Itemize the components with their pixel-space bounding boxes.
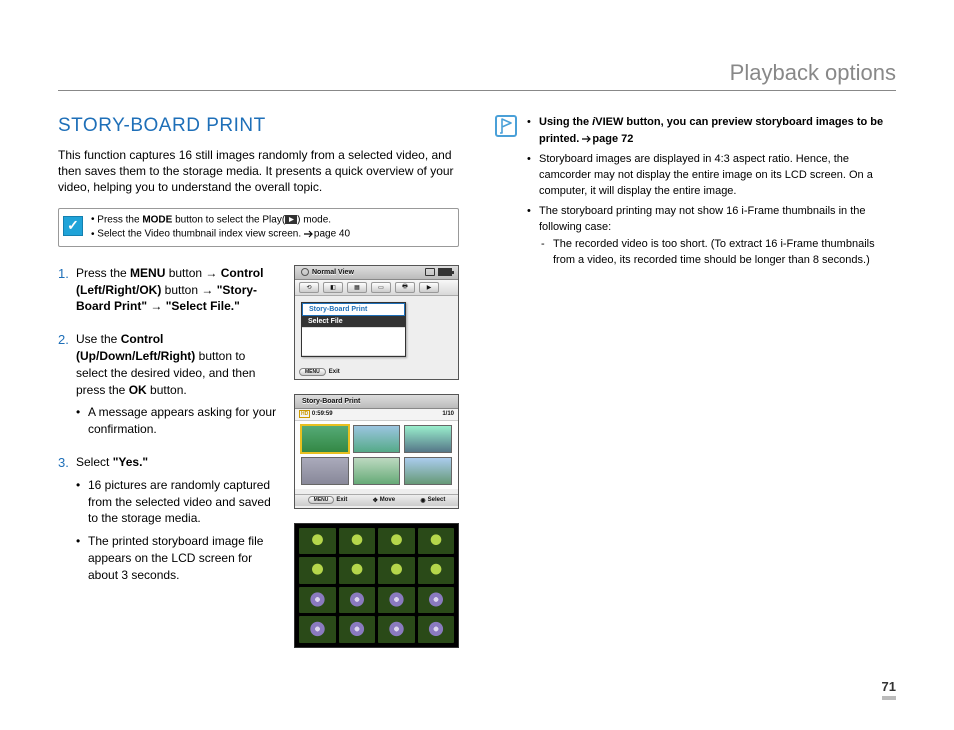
thumb-1 (301, 425, 349, 453)
thumbnail-grid (295, 421, 458, 489)
section-title: STORY-BOARD PRINT (58, 115, 459, 137)
move-icon: ✥ (373, 497, 378, 504)
shot1-tabs: ⟲ ◧ ▦ ▭ 🖶 ▶ (295, 280, 458, 296)
step-3-sub-1: 16 pictures are randomly captured from t… (76, 477, 280, 527)
prerequisite-box: ✓ Press the MODE button to select the Pl… (58, 208, 459, 247)
gear-icon (301, 268, 309, 276)
menu-item-select-file: Select File (302, 316, 405, 328)
thumb-6 (404, 457, 452, 485)
info-list: Using the iVIEW button, you can preview … (527, 115, 896, 273)
shot2-title: Story-Board Print (302, 398, 360, 405)
menu-pill: MENU (299, 368, 326, 376)
shot2-footer: MENU Exit ✥ Move ◉ Select (295, 494, 458, 506)
play-mode-icon (285, 213, 297, 227)
info-box: Using the iVIEW button, you can preview … (495, 115, 896, 273)
prerequisite-list: Press the MODE button to select the Play… (91, 213, 350, 242)
left-column: STORY-BOARD PRINT This function captures… (58, 115, 459, 648)
thumb-5 (353, 457, 401, 485)
thumb-4 (301, 457, 349, 485)
step-3: Select "Yes." 16 pictures are randomly c… (58, 454, 280, 584)
page-ref-arrow-icon (304, 227, 314, 241)
tab-icon: ▭ (371, 282, 391, 293)
tab-icon: 🖶 (395, 282, 415, 293)
right-column: Using the iVIEW button, you can preview … (495, 115, 896, 648)
page-ref-arrow-icon (582, 131, 592, 147)
info-item-3: The storyboard printing may not show 16 … (527, 204, 896, 270)
check-icon: ✓ (63, 216, 83, 236)
steps-list: Press the MENU button → Control (Left/Ri… (58, 265, 280, 584)
content-columns: STORY-BOARD PRINT This function captures… (58, 115, 896, 648)
tab-icon: ⟲ (299, 282, 319, 293)
battery-icon (438, 268, 452, 276)
step-3-sub-2: The printed storyboard image file appear… (76, 533, 280, 583)
tab-icon: ◧ (323, 282, 343, 293)
exit-label: Exit (329, 369, 340, 375)
step-2-sub-1: A message appears asking for your confir… (76, 404, 280, 438)
menu-pill: MENU (308, 496, 335, 504)
thumb-3 (404, 425, 452, 453)
section-intro: This function captures 16 still images r… (58, 147, 459, 196)
select-icon: ◉ (420, 497, 425, 504)
tab-icon: ▦ (347, 282, 367, 293)
info-item-3-sub: The recorded video is too short. (To ext… (539, 237, 896, 269)
counter: 1/10 (442, 411, 454, 417)
note-icon (495, 115, 517, 137)
screenshot-menu: Normal View ⟲ ◧ ▦ ▭ 🖶 ▶ (294, 265, 459, 380)
info-item-1: Using the iVIEW button, you can preview … (527, 115, 896, 148)
exit-label: Exit (336, 497, 347, 503)
move-label: Move (380, 497, 395, 503)
hd-icon: HD (299, 410, 310, 418)
menu-blank (302, 328, 405, 356)
prereq-item-2: Select the Video thumbnail index view sc… (91, 227, 350, 242)
screenshot-storyboard-result (294, 523, 459, 648)
screenshots-column: Normal View ⟲ ◧ ▦ ▭ 🖶 ▶ (294, 265, 459, 648)
shot1-title: Normal View (312, 269, 354, 276)
step-1: Press the MENU button → Control (Left/Ri… (58, 265, 280, 315)
screenshot-thumbnails: Story-Board Print HD 0:59:59 1/10 (294, 394, 459, 509)
info-item-2: Storyboard images are displayed in 4:3 a… (527, 152, 896, 200)
step-2: Use the Control (Up/Down/Left/Right) but… (58, 331, 280, 438)
tab-icon: ▶ (419, 282, 439, 293)
select-label: Select (428, 497, 446, 503)
page-number: 71 (882, 679, 896, 700)
duration: 0:59:59 (312, 411, 333, 417)
thumb-2 (353, 425, 401, 453)
menu-item-storyboard: Story-Board Print (302, 303, 405, 316)
page-header: Playback options (58, 60, 896, 91)
shot1-dropdown: Story-Board Print Select File (301, 302, 406, 357)
card-icon (425, 268, 435, 276)
prereq-item-1: Press the MODE button to select the Play… (91, 213, 350, 228)
